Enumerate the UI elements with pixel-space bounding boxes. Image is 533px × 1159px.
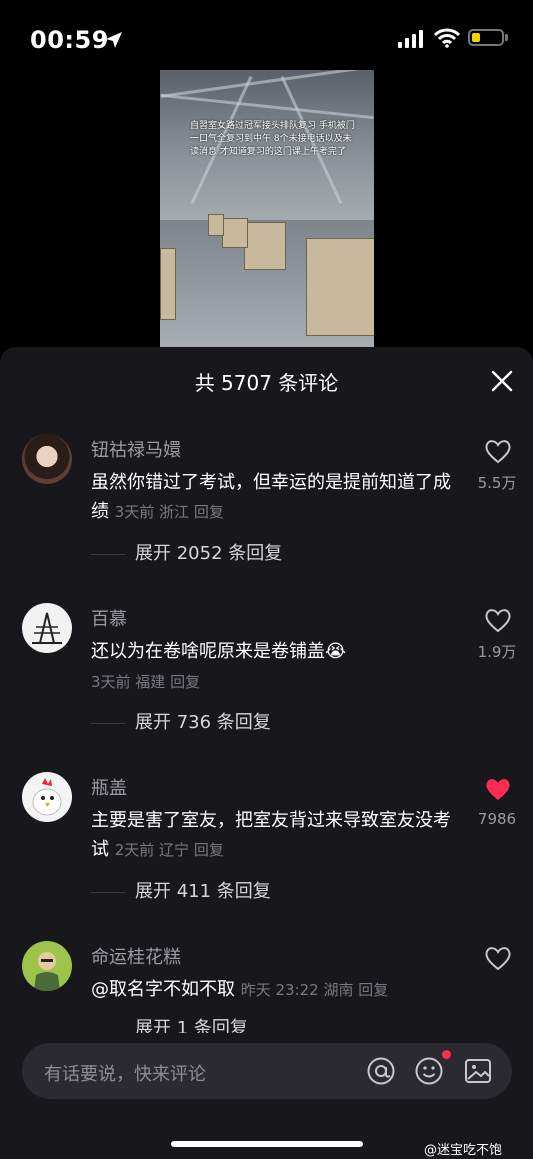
- divider-line: [91, 722, 125, 724]
- emoji-icon[interactable]: [414, 1056, 444, 1086]
- ceiling-beam: [160, 93, 374, 120]
- comment-body: @取名字不如不取: [91, 979, 235, 1000]
- image-icon[interactable]: [463, 1056, 493, 1086]
- avatar[interactable]: [22, 772, 72, 822]
- notification-dot: [442, 1050, 451, 1059]
- desk: [306, 238, 374, 336]
- avatar[interactable]: [22, 941, 72, 991]
- expand-replies-button[interactable]: 展开 1 条回复: [91, 1014, 248, 1033]
- comment-meta[interactable]: 3天前 浙江 回复: [115, 503, 224, 521]
- expand-replies-label: 展开 1 条回复: [135, 1018, 248, 1033]
- battery-level: [472, 33, 480, 42]
- watermark: @迷宝吃不饱: [424, 1143, 503, 1158]
- close-icon[interactable]: [488, 367, 516, 395]
- like-count: 7986: [477, 810, 517, 828]
- video-caption: 自習室女路过冠军接头排队复习 手机被门一口气全复习到中午 8个未接电话以及未读消…: [190, 121, 355, 157]
- avatar-illustration: [32, 612, 62, 644]
- comment-text: 主要是害了室友，把室友背过来导致室友没考试 2天前 辽宁 回复: [91, 806, 451, 865]
- comment-username[interactable]: 命运桂花糕: [91, 943, 181, 969]
- home-indicator[interactable]: [171, 1141, 363, 1147]
- avatar-illustration: [32, 778, 62, 816]
- comment-input-placeholder: 有话要说，快来评论: [44, 1064, 206, 1085]
- avatar[interactable]: [22, 434, 72, 484]
- comment-meta[interactable]: 3天前 福建 回复: [91, 671, 200, 692]
- like-count: 1.9万: [477, 643, 517, 661]
- desk: [160, 248, 176, 320]
- like-count: 5.5万: [477, 474, 517, 492]
- ceiling-beam: [160, 70, 374, 98]
- battery-tip: [505, 34, 508, 41]
- heart-icon[interactable]: [484, 607, 512, 633]
- video-thumbnail[interactable]: 自習室女路过冠军接头排队复习 手机被门一口气全复习到中午 8个未接电话以及未读消…: [160, 70, 374, 348]
- heart-icon[interactable]: [484, 438, 512, 464]
- avatar[interactable]: [22, 603, 72, 653]
- comment-meta[interactable]: 2天前 辽宁 回复: [115, 841, 224, 859]
- desk: [208, 214, 224, 236]
- crying-emoji: 😭: [325, 641, 347, 662]
- divider-line: [91, 553, 125, 555]
- cellular-signal-icon: [398, 30, 423, 48]
- comment-meta[interactable]: 昨天 23:22 湖南 回复: [241, 981, 389, 999]
- heart-filled-icon[interactable]: [484, 776, 512, 802]
- heart-icon[interactable]: [484, 945, 512, 971]
- comment-username[interactable]: 瓶盖: [91, 774, 127, 800]
- expand-replies-label: 展开 411 条回复: [135, 881, 271, 902]
- comment-item: 命运桂花糕 @取名字不如不取 昨天 23:22 湖南 回复 展开 1 条回复: [0, 941, 533, 1033]
- comment-body: 还以为在卷啥呢原来是卷铺盖: [91, 641, 325, 662]
- avatar-illustration: [34, 952, 60, 991]
- expand-replies-label: 展开 2052 条回复: [135, 543, 283, 564]
- divider-line: [91, 1029, 125, 1030]
- expand-replies-button[interactable]: 展开 2052 条回复: [91, 539, 282, 565]
- comment-username[interactable]: 百慕: [91, 605, 127, 631]
- status-bar: 00:59: [0, 0, 533, 80]
- expand-replies-label: 展开 736 条回复: [135, 712, 271, 733]
- expand-replies-button[interactable]: 展开 736 条回复: [91, 708, 271, 734]
- comment-text: 虽然你错过了考试，但幸运的是提前知道了成绩 3天前 浙江 回复: [91, 468, 451, 527]
- comment-username[interactable]: 钮祜禄马嬛: [91, 436, 181, 462]
- location-arrow-icon: [106, 32, 122, 48]
- comment-count-title: 共 5707 条评论: [194, 371, 339, 395]
- wifi-icon: [434, 28, 460, 48]
- status-time: 00:59: [30, 26, 109, 54]
- comment-input[interactable]: 有话要说，快来评论: [22, 1043, 512, 1099]
- desk: [222, 218, 248, 248]
- expand-replies-button[interactable]: 展开 411 条回复: [91, 877, 271, 903]
- battery-icon: [468, 29, 504, 46]
- desk: [244, 222, 286, 270]
- comment-text: 还以为在卷啥呢原来是卷铺盖😭: [91, 637, 451, 666]
- divider-line: [91, 891, 125, 893]
- comment-text: @取名字不如不取 昨天 23:22 湖南 回复: [91, 975, 451, 1005]
- at-mention-icon[interactable]: [366, 1056, 396, 1086]
